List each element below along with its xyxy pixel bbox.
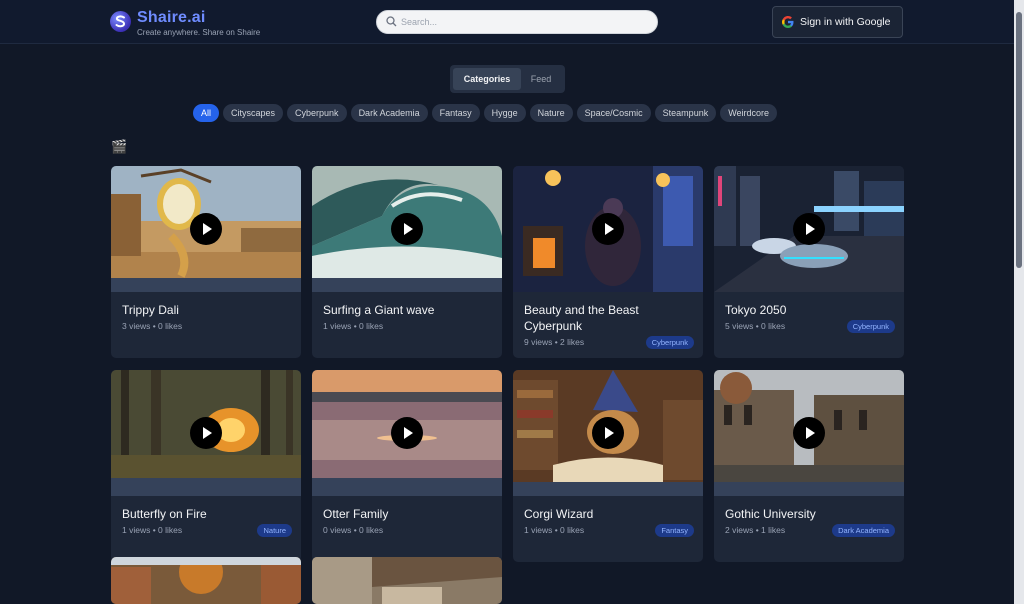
sign-in-with-google-button[interactable]: Sign in with Google (772, 6, 903, 38)
category-chip-space-cosmic[interactable]: Space/Cosmic (576, 104, 651, 122)
google-icon (782, 16, 794, 28)
category-badge[interactable]: Fantasy (655, 524, 694, 537)
play-button[interactable] (190, 213, 222, 245)
video-thumbnail[interactable] (312, 370, 502, 496)
video-thumbnail[interactable] (714, 370, 904, 496)
video-title[interactable]: Corgi Wizard (524, 506, 694, 522)
video-card[interactable]: Corgi Wizard 1 views • 0 likes Fantasy (513, 370, 703, 562)
category-chip-steampunk[interactable]: Steampunk (654, 104, 717, 122)
category-badge[interactable]: Cyberpunk (846, 320, 895, 333)
video-title[interactable]: Otter Family (323, 506, 493, 522)
cabin-porch-thumbnail (312, 557, 502, 604)
brand-name[interactable]: Shaire.ai (137, 9, 206, 27)
video-thumbnail[interactable] (111, 370, 301, 496)
video-stats: 0 views • 0 likes (323, 525, 384, 535)
category-badge[interactable]: Nature (257, 524, 292, 537)
video-card[interactable]: Otter Family 0 views • 0 likes (312, 370, 502, 562)
play-button[interactable] (592, 213, 624, 245)
video-card-partial[interactable] (312, 557, 502, 604)
sign-in-label: Sign in with Google (800, 16, 891, 28)
play-button[interactable] (391, 417, 423, 449)
video-thumbnail[interactable] (714, 166, 904, 292)
video-card[interactable]: Tokyo 2050 5 views • 0 likes Cyberpunk (714, 166, 904, 358)
category-filter-bar: All Cityscapes Cyberpunk Dark Academia F… (193, 104, 778, 122)
video-stats: 1 views • 0 likes (323, 321, 384, 331)
video-title[interactable]: Tokyo 2050 (725, 302, 895, 318)
video-stats: 3 views • 0 likes (122, 321, 183, 331)
video-title[interactable]: Butterfly on Fire (122, 506, 292, 522)
video-thumbnail[interactable] (513, 166, 703, 292)
view-toggle: Categories Feed (450, 65, 565, 93)
play-button[interactable] (793, 213, 825, 245)
category-chip-cityscapes[interactable]: Cityscapes (223, 104, 284, 122)
play-button[interactable] (793, 417, 825, 449)
brand-tagline: Create anywhere. Share on Shaire (137, 28, 261, 37)
video-card[interactable]: Gothic University 2 views • 1 likes Dark… (714, 370, 904, 562)
video-thumbnail[interactable] (111, 166, 301, 292)
video-title[interactable]: Gothic University (725, 506, 895, 522)
video-stats: 9 views • 2 likes (524, 337, 585, 347)
clapperboard-icon: 🎬 (111, 139, 128, 154)
search-bar[interactable] (376, 10, 658, 34)
tab-categories[interactable]: Categories (453, 68, 521, 90)
category-badge[interactable]: Dark Academia (832, 524, 895, 537)
video-card[interactable]: Butterfly on Fire 1 views • 0 likes Natu… (111, 370, 301, 562)
play-button[interactable] (592, 417, 624, 449)
category-chip-dark-academia[interactable]: Dark Academia (350, 104, 428, 122)
tab-feed[interactable]: Feed (521, 68, 561, 90)
video-title[interactable]: Trippy Dali (122, 302, 292, 318)
video-thumbnail[interactable] (312, 166, 502, 292)
shaire-logo-icon[interactable] (110, 11, 131, 32)
video-stats: 1 views • 0 likes (524, 525, 585, 535)
category-chip-cyberpunk[interactable]: Cyberpunk (287, 104, 347, 122)
search-input[interactable] (401, 13, 651, 31)
video-stats: 1 views • 0 likes (122, 525, 183, 535)
video-stats: 5 views • 0 likes (725, 321, 786, 331)
video-card[interactable]: Surfing a Giant wave 1 views • 0 likes (312, 166, 502, 358)
video-card[interactable]: Trippy Dali 3 views • 0 likes (111, 166, 301, 358)
video-title[interactable]: Surfing a Giant wave (323, 302, 493, 318)
video-card-partial[interactable] (111, 557, 301, 604)
category-chip-weirdcore[interactable]: Weirdcore (720, 104, 778, 122)
category-badge[interactable]: Cyberpunk (645, 336, 694, 349)
autumn-street-thumbnail (111, 557, 301, 604)
app-root: Shaire.ai Create anywhere. Share on Shai… (0, 0, 1024, 604)
video-card[interactable]: Beauty and the Beast Cyberpunk 9 views •… (513, 166, 703, 358)
page-scrollbar[interactable] (1014, 0, 1024, 604)
category-chip-nature[interactable]: Nature (529, 104, 573, 122)
top-bar: Shaire.ai Create anywhere. Share on Shai… (0, 0, 1014, 44)
video-stats: 2 views • 1 likes (725, 525, 786, 535)
video-title[interactable]: Beauty and the Beast Cyberpunk (524, 302, 694, 334)
scrollbar-thumb[interactable] (1016, 12, 1022, 268)
play-button[interactable] (391, 213, 423, 245)
category-chip-hygge[interactable]: Hygge (483, 104, 526, 122)
category-chip-all[interactable]: All (193, 104, 220, 122)
search-icon (386, 16, 397, 27)
video-thumbnail[interactable] (513, 370, 703, 496)
category-chip-fantasy[interactable]: Fantasy (431, 104, 480, 122)
play-button[interactable] (190, 417, 222, 449)
